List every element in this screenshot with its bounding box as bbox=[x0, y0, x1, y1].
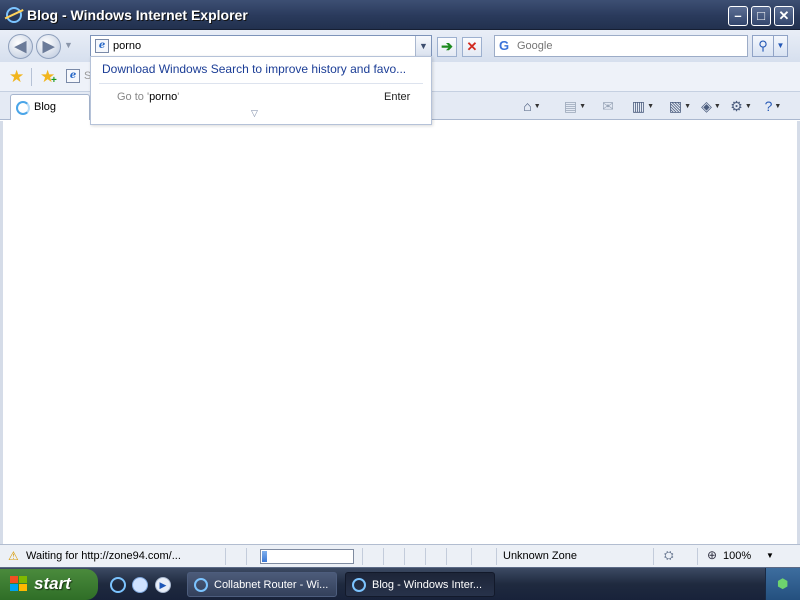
divider bbox=[99, 83, 423, 84]
goto-suffix: ' bbox=[177, 91, 180, 103]
taskbar-item-label: Collabnet Router - Wi... bbox=[214, 579, 329, 591]
goto-prefix: Go to ' bbox=[117, 91, 150, 103]
loading-spinner-icon bbox=[16, 101, 30, 115]
address-dropdown-button[interactable]: ▼ bbox=[415, 36, 431, 56]
taskbar-item-label: Blog - Windows Inter... bbox=[372, 579, 483, 591]
quicklaunch-ie-icon[interactable] bbox=[110, 577, 126, 593]
system-tray: ⬢ bbox=[765, 568, 800, 600]
search-input[interactable] bbox=[517, 38, 743, 54]
suggested-sites-page-icon[interactable]: e bbox=[66, 69, 80, 83]
zoom-dropdown-icon[interactable]: ▼ bbox=[766, 551, 774, 560]
taskbar-item-blog[interactable]: Blog - Windows Inter... bbox=[345, 572, 495, 597]
divider bbox=[471, 548, 472, 565]
tools-dropdown-icon[interactable]: ▼ bbox=[745, 103, 752, 110]
divider bbox=[697, 548, 698, 565]
security-zone[interactable]: Unknown Zone bbox=[503, 550, 577, 562]
divider bbox=[383, 548, 384, 565]
help-icon: ? bbox=[764, 98, 773, 114]
start-button[interactable]: start bbox=[0, 569, 98, 600]
print-dropdown-icon[interactable]: ▼ bbox=[647, 103, 654, 110]
ie-logo-icon bbox=[6, 7, 22, 23]
recent-pages-dropdown-icon[interactable]: ▼ bbox=[64, 40, 73, 50]
back-button[interactable]: ◀ bbox=[8, 34, 33, 59]
page-content[interactable] bbox=[3, 121, 797, 544]
divider bbox=[31, 68, 32, 86]
help-dropdown-icon[interactable]: ▼ bbox=[774, 103, 781, 110]
divider bbox=[246, 548, 247, 565]
search-box[interactable]: G bbox=[494, 35, 748, 57]
quicklaunch-show-desktop-icon[interactable] bbox=[132, 577, 148, 593]
help-button[interactable]: ? ▼ bbox=[759, 96, 787, 116]
search-options-dropdown[interactable]: ▼ bbox=[774, 35, 788, 57]
divider bbox=[404, 548, 405, 565]
page-dropdown-icon[interactable]: ▼ bbox=[684, 103, 691, 110]
address-bar[interactable]: e ▼ bbox=[90, 35, 432, 57]
gear-icon: ⚙ bbox=[730, 98, 743, 114]
warning-icon: ⚠ bbox=[8, 549, 19, 563]
safety-dropdown-icon[interactable]: ▼ bbox=[714, 103, 721, 110]
mail-icon: ✉ bbox=[602, 98, 614, 114]
protected-mode-icon[interactable]: ⛭ bbox=[664, 548, 674, 563]
favorites-center-icon[interactable]: ★ bbox=[9, 67, 24, 87]
quicklaunch-media-player-icon[interactable]: ▶ bbox=[155, 577, 171, 593]
title-bar: Blog - Windows Internet Explorer – □ ✕ bbox=[0, 0, 800, 30]
read-mail-button[interactable]: ✉ bbox=[597, 96, 619, 116]
shield-icon: ◈ bbox=[701, 98, 712, 114]
loading-progress-bar bbox=[260, 549, 354, 564]
ie-icon bbox=[352, 578, 366, 592]
status-text: Waiting for http://zone94.com/... bbox=[26, 550, 181, 562]
page-menu-icon: ▧ bbox=[668, 98, 683, 114]
rss-feed-icon: ▤ bbox=[563, 98, 578, 114]
go-button[interactable]: ➔ bbox=[437, 37, 457, 57]
network-tray-icon[interactable]: ⬢ bbox=[777, 576, 788, 592]
windows-logo-icon bbox=[10, 576, 28, 592]
progress-fill bbox=[262, 551, 267, 562]
divider bbox=[425, 548, 426, 565]
home-dropdown-icon[interactable]: ▼ bbox=[534, 103, 541, 110]
page-icon: e bbox=[95, 39, 109, 53]
home-icon: ⌂ bbox=[523, 98, 532, 114]
start-label: start bbox=[34, 574, 71, 593]
page-menu-button[interactable]: ▧ ▼ bbox=[666, 96, 694, 116]
divider bbox=[653, 548, 654, 565]
ie-icon bbox=[194, 578, 208, 592]
address-input[interactable] bbox=[113, 38, 413, 54]
divider bbox=[496, 548, 497, 565]
tab-blog[interactable]: Blog bbox=[10, 94, 90, 120]
address-autocomplete-dropdown: Download Windows Search to improve histo… bbox=[90, 56, 432, 125]
maximize-button[interactable]: □ bbox=[751, 6, 771, 26]
zoom-icon[interactable]: ⊕ bbox=[707, 548, 717, 562]
windows-search-link[interactable]: Download Windows Search to improve histo… bbox=[102, 62, 406, 76]
goto-query: porno bbox=[149, 91, 178, 103]
safety-menu-button[interactable]: ◈ ▼ bbox=[697, 96, 725, 116]
goto-suggestion[interactable]: Go to 'porno' bbox=[117, 91, 179, 103]
status-bar: ⚠ Waiting for http://zone94.com/... Unkn… bbox=[0, 544, 800, 567]
taskbar: start ▶ Collabnet Router - Wi... Blog - … bbox=[0, 567, 800, 600]
search-button[interactable]: ⚲ bbox=[752, 35, 774, 57]
add-plus-icon: + bbox=[51, 75, 57, 86]
tab-label: Blog bbox=[34, 101, 57, 113]
divider bbox=[446, 548, 447, 565]
tools-menu-button[interactable]: ⚙ ▼ bbox=[727, 96, 755, 116]
feeds-dropdown-icon[interactable]: ▼ bbox=[579, 103, 586, 110]
enter-hint: Enter bbox=[384, 91, 411, 103]
home-button[interactable]: ⌂ ▼ bbox=[515, 96, 549, 116]
google-logo-icon: G bbox=[499, 38, 510, 53]
print-button[interactable]: ▥ ▼ bbox=[626, 96, 660, 116]
taskbar-item-collabnet[interactable]: Collabnet Router - Wi... bbox=[187, 572, 337, 597]
window-title: Blog - Windows Internet Explorer bbox=[27, 7, 248, 23]
feeds-button[interactable]: ▤ ▼ bbox=[558, 96, 592, 116]
zoom-level[interactable]: 100% bbox=[723, 550, 751, 562]
divider bbox=[362, 548, 363, 565]
stop-button[interactable]: ✕ bbox=[462, 37, 482, 57]
divider bbox=[225, 548, 226, 565]
printer-icon: ▥ bbox=[631, 98, 646, 114]
minimize-button[interactable]: – bbox=[728, 6, 748, 26]
expand-chevron-icon[interactable]: ▽ bbox=[251, 108, 258, 119]
forward-button[interactable]: ▶ bbox=[36, 34, 61, 59]
close-button[interactable]: ✕ bbox=[774, 6, 794, 26]
